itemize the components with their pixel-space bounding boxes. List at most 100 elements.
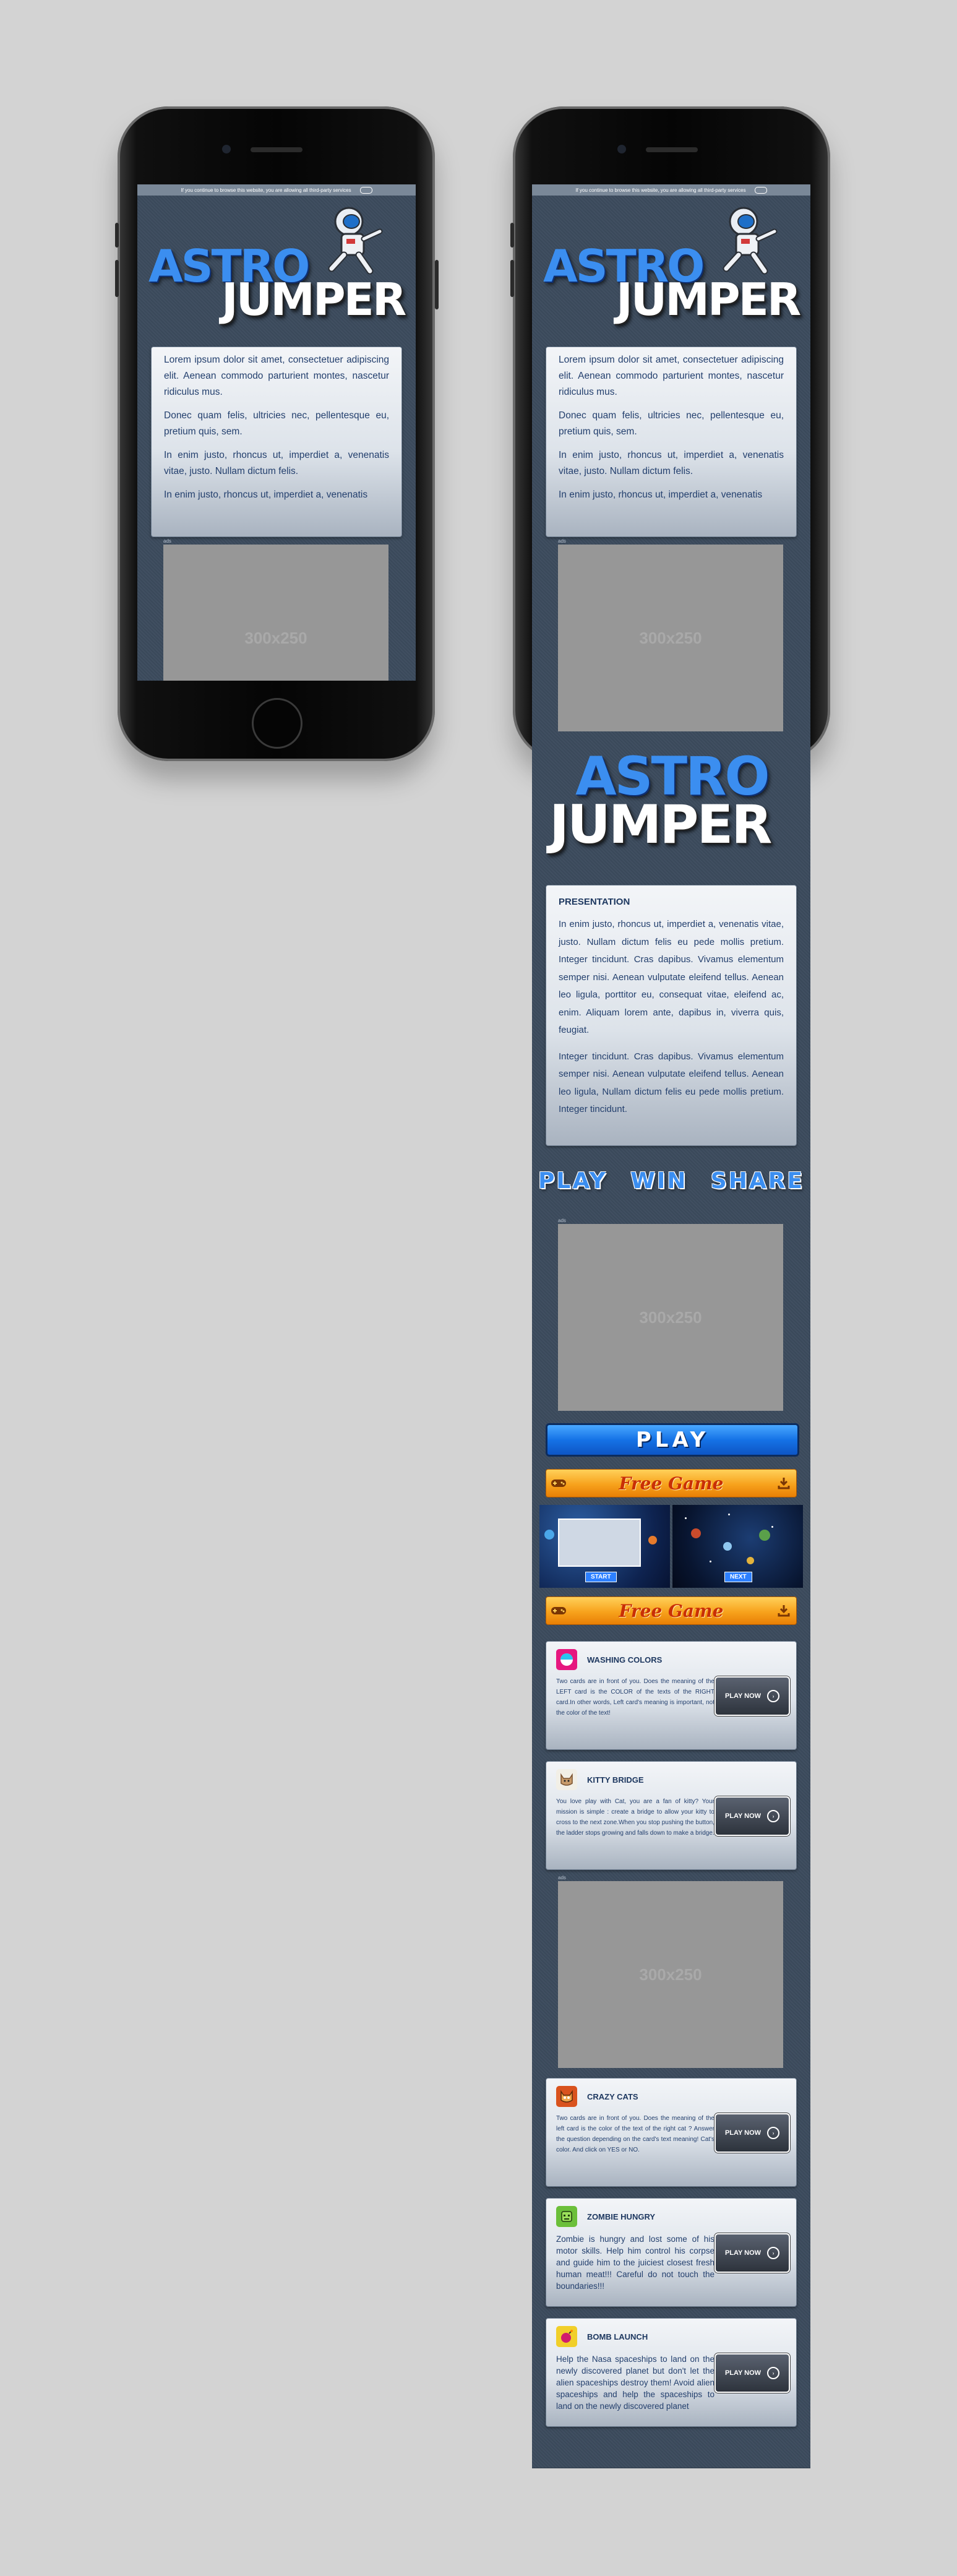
astro-jumper-logo: ASTRO JUMPER: [137, 196, 416, 338]
tagline-share: SHARE: [710, 1168, 804, 1194]
game-card[interactable]: CRAZY CATS Two cards are in front of you…: [546, 2078, 797, 2187]
ad-banner[interactable]: 300x250: [558, 1881, 783, 2068]
phone-side-button: [510, 260, 514, 297]
arrow-circle-icon: ›: [767, 2247, 780, 2259]
cookie-bar[interactable]: If you continue to browse this website, …: [532, 184, 810, 196]
free-game-label: Free Game: [619, 1473, 724, 1494]
phone-speaker: [251, 147, 303, 152]
game-title: WASHING COLORS: [587, 1655, 663, 1665]
mobile-screen-left: If you continue to browse this website, …: [137, 184, 416, 681]
ad-label: ads: [163, 538, 171, 544]
play-now-button[interactable]: PLAY NOW ›: [715, 1796, 790, 1836]
play-now-label: PLAY NOW: [724, 2369, 762, 2377]
cookie-bar[interactable]: If you continue to browse this website, …: [137, 184, 416, 196]
free-game-button[interactable]: Free Game: [546, 1469, 797, 1497]
intro-paragraph: In enim justo, rhoncus ut, imperdiet a, …: [164, 489, 368, 500]
game-title: CRAZY CATS: [587, 2092, 638, 2101]
arrow-circle-icon: ›: [767, 2127, 780, 2139]
game-description: Two cards are in front of you. Does the …: [556, 2115, 715, 2153]
ad-size-label: 300x250: [639, 1307, 702, 1327]
tagline-play: PLAY: [538, 1168, 607, 1194]
ad-banner[interactable]: 300x250: [163, 545, 388, 681]
gamepad-icon: [546, 1478, 571, 1489]
presentation-title: PRESENTATION: [559, 897, 630, 907]
astronaut-icon: [328, 207, 383, 275]
play-now-button[interactable]: PLAY NOW ›: [715, 1676, 790, 1716]
planet-icon: [723, 1542, 732, 1551]
intro-paragraph: In enim justo, rhoncus ut, imperdiet a, …: [164, 450, 389, 476]
ad-size-label: 300x250: [639, 1965, 702, 1984]
planet-icon: [747, 1557, 754, 1564]
play-now-button[interactable]: PLAY NOW ›: [715, 2113, 790, 2153]
game-card[interactable]: ZOMBIE HUNGRY Zombie is hungry and lost …: [546, 2198, 797, 2307]
mobile-screen-right: If you continue to browse this website, …: [532, 184, 810, 2468]
ad-label: ads: [558, 1218, 566, 1223]
ad-label: ads: [558, 538, 566, 544]
play-button[interactable]: PLAY: [546, 1423, 799, 1457]
phone-camera: [222, 145, 231, 153]
screenshot-level[interactable]: NEXT: [672, 1505, 803, 1588]
start-label: START: [585, 1572, 617, 1582]
cookie-toggle[interactable]: [754, 186, 767, 194]
astronaut-icon: [723, 207, 778, 275]
play-now-button[interactable]: PLAY NOW ›: [715, 2353, 790, 2393]
game-description: Two cards are in front of you. Does the …: [556, 1678, 715, 1717]
tagline-win: WIN: [630, 1168, 688, 1194]
free-game-label: Free Game: [619, 1600, 724, 1621]
game-description: Help the Nasa spaceships to land on the …: [556, 2354, 715, 2411]
planet-icon: [648, 1536, 657, 1544]
screenshot-panel: [558, 1518, 641, 1567]
ad-banner[interactable]: 300x250: [558, 545, 783, 731]
phone-side-button: [115, 260, 119, 297]
intro-card: Lorem ipsum dolor sit amet, consectetuer…: [546, 347, 797, 537]
download-icon: [771, 1604, 796, 1618]
intro-paragraph: In enim justo, rhoncus ut, imperdiet a, …: [559, 489, 763, 500]
game-description: You love play with Cat, you are a fan of…: [556, 1798, 715, 1837]
intro-paragraph: Lorem ipsum dolor sit amet, consectetuer…: [559, 355, 784, 397]
presentation-paragraph: In enim justo, rhoncus ut, imperdiet a, …: [559, 919, 784, 1035]
astro-jumper-logo-large: ASTRO JUMPER: [532, 741, 810, 853]
intro-paragraph: Lorem ipsum dolor sit amet, consectetuer…: [164, 355, 389, 397]
star-icon: [685, 1517, 687, 1519]
game-title: BOMB LAUNCH: [587, 2332, 648, 2341]
play-now-button[interactable]: PLAY NOW ›: [715, 2233, 790, 2273]
game-screenshots: START NEXT: [539, 1505, 803, 1588]
arrow-circle-icon: ›: [767, 1690, 780, 1702]
cookie-text: If you continue to browse this website, …: [181, 187, 351, 193]
free-game-button[interactable]: Free Game: [546, 1596, 797, 1625]
home-button[interactable]: [252, 698, 303, 749]
ad-size-label: 300x250: [244, 628, 307, 647]
ad-label: ads: [558, 1875, 566, 1880]
phone-side-button: [435, 260, 439, 309]
cookie-toggle[interactable]: [359, 186, 372, 194]
logo-jumper-text: JUMPER: [221, 274, 406, 325]
game-card[interactable]: WASHING COLORS Two cards are in front of…: [546, 1641, 797, 1750]
cookie-text: If you continue to browse this website, …: [575, 187, 746, 193]
phone-speaker: [646, 147, 698, 152]
color-wheel-icon: [556, 1649, 577, 1670]
play-button-label: PLAY: [635, 1428, 710, 1452]
play-now-label: PLAY NOW: [724, 1812, 762, 1820]
presentation-card: PRESENTATION In enim justo, rhoncus ut, …: [546, 885, 797, 1146]
next-label: NEXT: [724, 1572, 752, 1582]
intro-card: Lorem ipsum dolor sit amet, consectetuer…: [151, 347, 402, 537]
game-card[interactable]: KITTY BRIDGE You love play with Cat, you…: [546, 1761, 797, 1870]
phone-side-button: [510, 223, 514, 248]
ad-banner[interactable]: 300x250: [558, 1224, 783, 1411]
arrow-circle-icon: ›: [767, 1810, 780, 1822]
planet-icon: [759, 1530, 770, 1541]
presentation-paragraph: Integer tincidunt. Cras dapibus. Vivamus…: [559, 1051, 784, 1115]
star-icon: [710, 1561, 711, 1562]
screenshot-start[interactable]: START: [539, 1505, 670, 1588]
play-win-share-tagline: PLAY WIN SHARE: [538, 1168, 804, 1194]
gamepad-icon: [546, 1605, 571, 1616]
intro-paragraph: In enim justo, rhoncus ut, imperdiet a, …: [559, 450, 784, 476]
intro-paragraph: Donec quam felis, ultricies nec, pellent…: [164, 410, 389, 437]
ad-size-label: 300x250: [639, 628, 702, 647]
play-now-label: PLAY NOW: [724, 2249, 762, 2257]
phone-side-button: [115, 223, 119, 248]
intro-paragraph: Donec quam felis, ultricies nec, pellent…: [559, 410, 784, 437]
astro-jumper-logo: ASTRO JUMPER: [532, 196, 810, 338]
game-card[interactable]: BOMB LAUNCH Help the Nasa spaceships to …: [546, 2318, 797, 2427]
play-now-label: PLAY NOW: [724, 1692, 762, 1700]
